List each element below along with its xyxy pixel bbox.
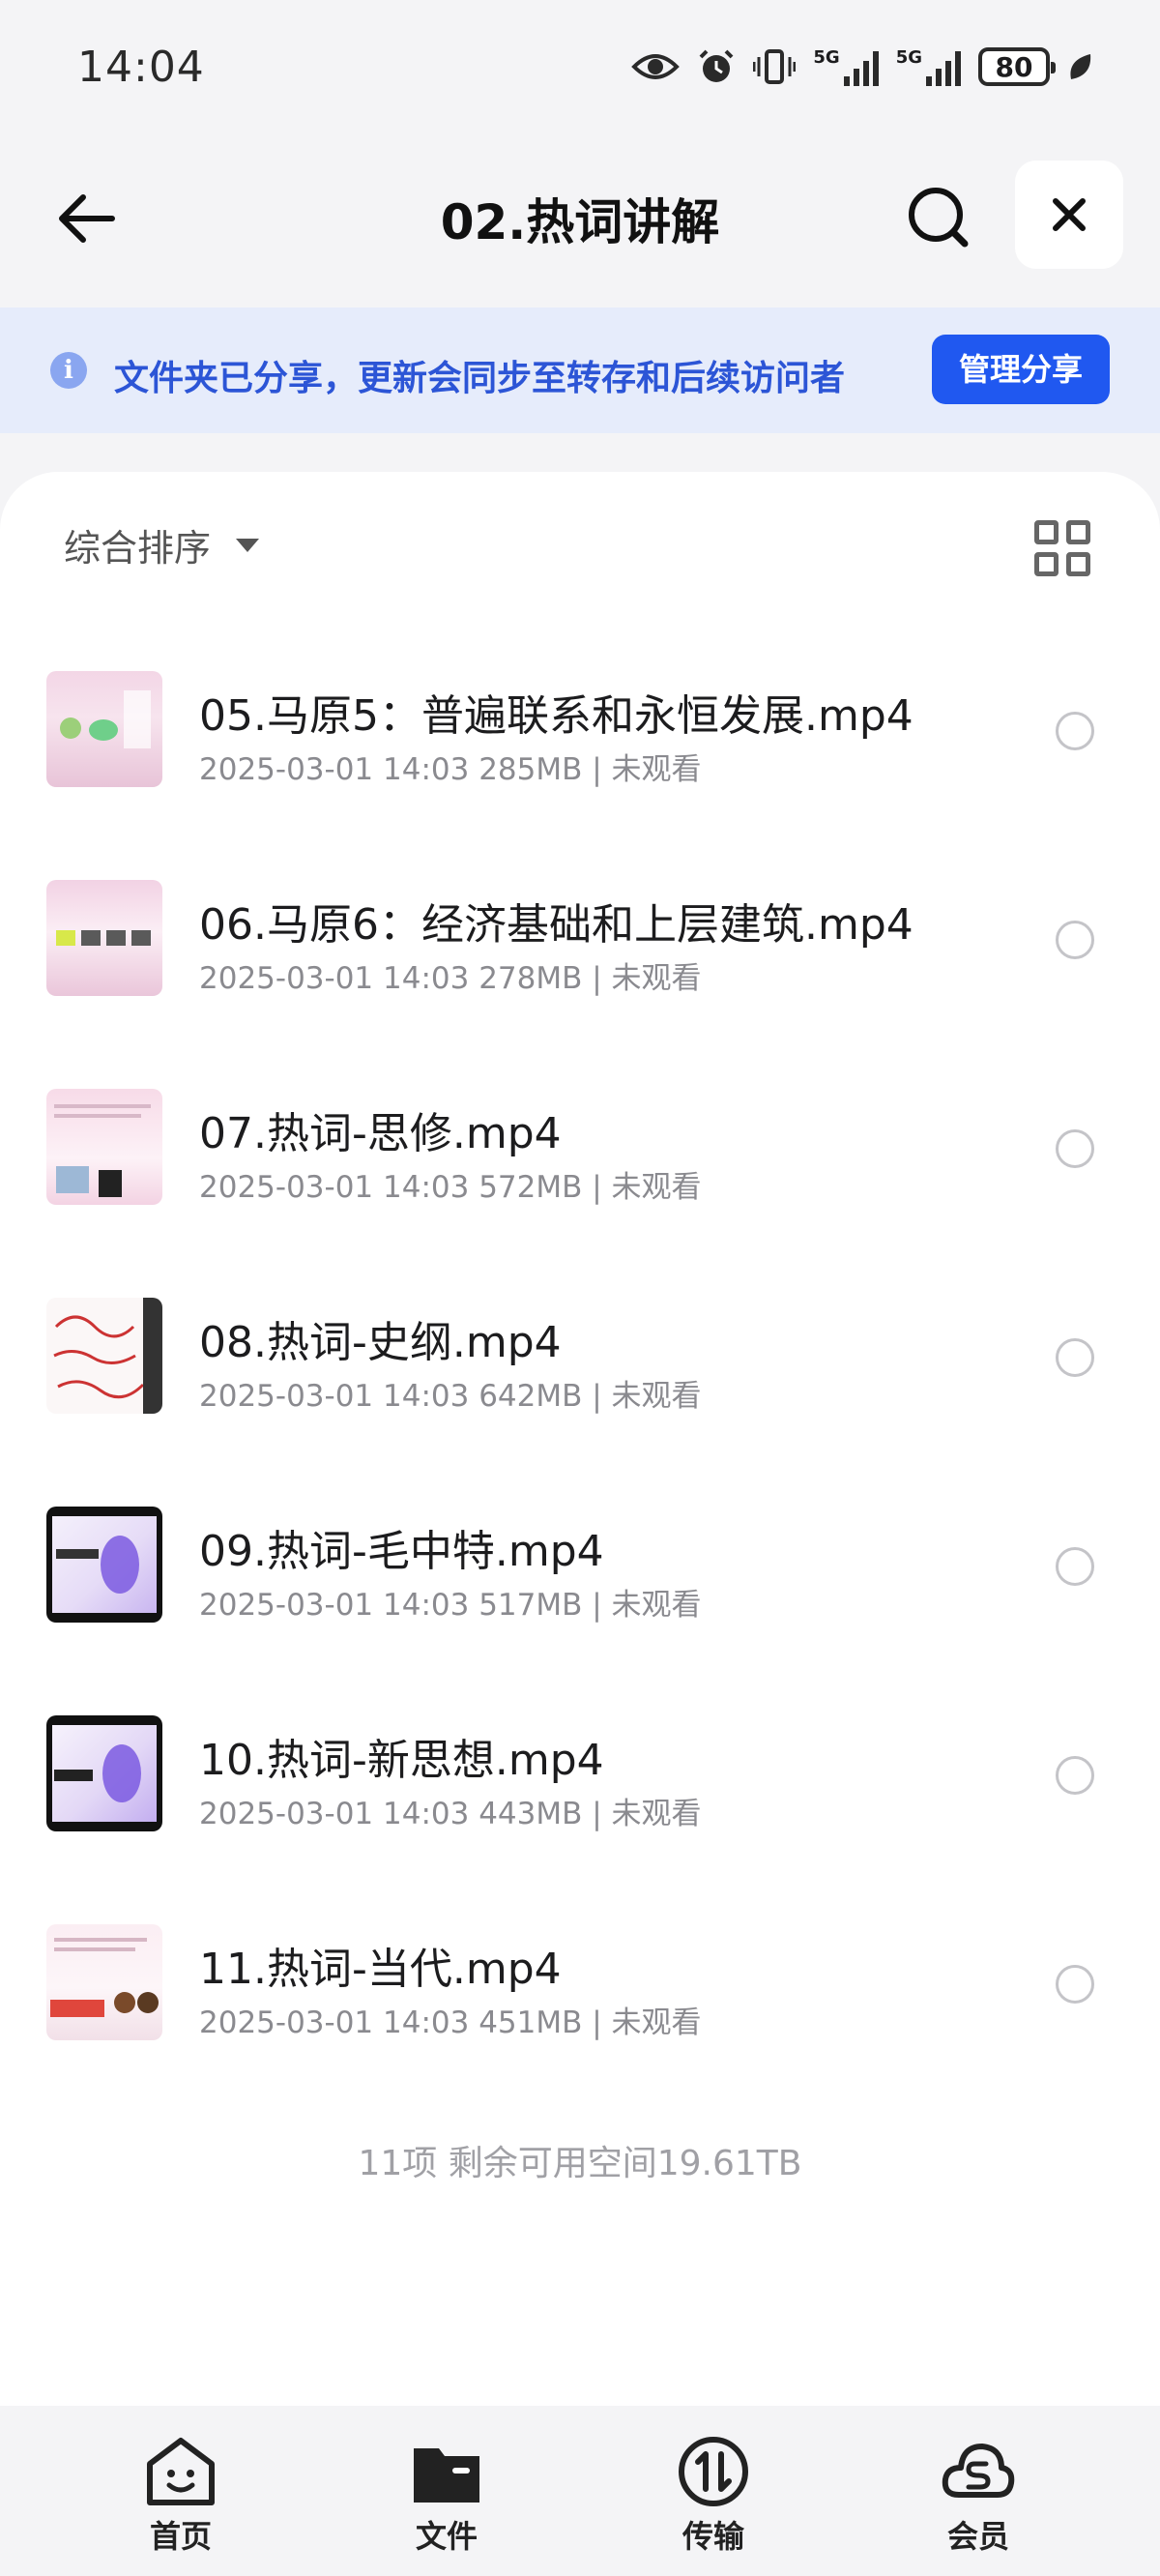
status-bar: 14:04 5G 5G 80 [0,0,1160,135]
select-radio[interactable] [1056,1547,1094,1586]
file-list-card: 综合排序 05.马原5：普遍联系和永恒发展.mp4 2025-03-01 14:… [0,472,1160,2406]
battery-icon: 80 [978,47,1056,86]
file-name: 06.马原6：经济基础和上层建筑.mp4 [199,900,914,950]
status-time: 14:04 [77,43,205,92]
sort-label: 综合排序 [64,527,212,570]
search-icon [909,188,969,248]
share-banner-text: 文件夹已分享，更新会同步至转存和后续访问者 [114,359,846,398]
select-radio[interactable] [1056,1338,1094,1377]
video-thumbnail [46,1715,162,1831]
file-list-item[interactable]: 07.热词-思修.mp4 2025-03-01 14:03 572MB | 未观… [0,1054,1160,1263]
video-thumbnail [46,1089,162,1205]
select-radio[interactable] [1056,712,1094,750]
video-thumbnail [46,1298,162,1414]
share-banner: i 文件夹已分享，更新会同步至转存和后续访问者 管理分享 [0,307,1160,433]
grid-icon [1034,520,1058,544]
file-name: 11.热词-当代.mp4 [199,1945,562,1994]
nav-bar: 02.热词讲解 [0,155,1160,271]
file-meta: 2025-03-01 14:03 443MB | 未观看 [199,1797,702,1831]
select-radio[interactable] [1056,921,1094,959]
file-name: 05.马原5：普遍联系和永恒发展.mp4 [199,691,914,741]
smiley-home-icon [144,2435,218,2508]
cellular-signal-2: 5G [896,47,961,86]
file-list: 05.马原5：普遍联系和永恒发展.mp4 2025-03-01 14:03 28… [0,636,1160,2098]
storage-summary: 11项 剩余可用空间19.61TB [358,2144,802,2183]
file-name: 08.热词-史纲.mp4 [199,1318,562,1367]
select-radio[interactable] [1056,1129,1094,1168]
file-name: 09.热词-毛中特.mp4 [199,1527,604,1576]
grid-view-button[interactable] [1034,520,1090,576]
signal-bars-icon [926,47,961,86]
file-list-item[interactable]: 05.马原5：普遍联系和永恒发展.mp4 2025-03-01 14:03 28… [0,636,1160,845]
folder-icon [410,2435,483,2508]
file-meta: 2025-03-01 14:03 642MB | 未观看 [199,1379,702,1414]
file-name: 10.热词-新思想.mp4 [199,1736,604,1785]
select-radio[interactable] [1056,1756,1094,1795]
file-meta: 2025-03-01 14:03 278MB | 未观看 [199,961,702,996]
vibrate-icon [753,44,797,89]
video-thumbnail [46,1507,162,1623]
search-button[interactable] [899,178,978,257]
eye-icon [631,44,681,89]
close-icon [1053,198,1086,231]
file-meta: 2025-03-01 14:03 285MB | 未观看 [199,752,702,787]
file-list-item[interactable]: 06.马原6：经济基础和上层建筑.mp4 2025-03-01 14:03 27… [0,845,1160,1054]
tab-transfer[interactable]: 传输 [626,2435,800,2557]
caret-down-icon [236,538,260,552]
file-list-item[interactable]: 09.热词-毛中特.mp4 2025-03-01 14:03 517MB | 未… [0,1472,1160,1681]
video-thumbnail [46,1924,162,2040]
close-button[interactable] [1015,161,1123,269]
tab-label: 首页 [149,2518,212,2555]
tab-label: 会员 [946,2518,1009,2555]
network-type-label: 5G [813,47,840,68]
file-meta: 2025-03-01 14:03 517MB | 未观看 [199,1588,702,1623]
alarm-icon [697,44,736,89]
tab-label: 传输 [682,2518,744,2555]
file-meta: 2025-03-01 14:03 451MB | 未观看 [199,2005,702,2040]
tab-label: 文件 [415,2518,478,2555]
video-thumbnail [46,880,162,996]
tab-home[interactable]: 首页 [94,2435,268,2557]
signal-bars-icon [843,47,879,86]
cloud-vip-icon [942,2435,1015,2508]
select-radio[interactable] [1056,1965,1094,2004]
manage-share-button[interactable]: 管理分享 [932,335,1110,404]
file-name: 07.热词-思修.mp4 [199,1109,562,1158]
status-icons: 5G 5G 80 [631,43,1092,91]
leaf-icon [1067,44,1092,89]
sort-dropdown[interactable]: 综合排序 [64,518,260,571]
file-list-item[interactable]: 10.热词-新思想.mp4 2025-03-01 14:03 443MB | 未… [0,1681,1160,1889]
transfer-icon [677,2435,750,2508]
file-list-item[interactable]: 11.热词-当代.mp4 2025-03-01 14:03 451MB | 未观… [0,1889,1160,2098]
info-icon: i [50,352,87,389]
tab-vip[interactable]: 会员 [891,2435,1065,2557]
bottom-tab-bar: 首页 文件 传输 会员 [0,2406,1160,2576]
file-list-item[interactable]: 08.热词-史纲.mp4 2025-03-01 14:03 642MB | 未观… [0,1263,1160,1472]
network-type-label: 5G [895,47,922,68]
cellular-signal-1: 5G [813,47,879,86]
page-title: 02.热词讲解 [440,194,720,250]
file-meta: 2025-03-01 14:03 572MB | 未观看 [199,1170,702,1205]
tab-files[interactable]: 文件 [360,2435,534,2557]
video-thumbnail [46,671,162,787]
